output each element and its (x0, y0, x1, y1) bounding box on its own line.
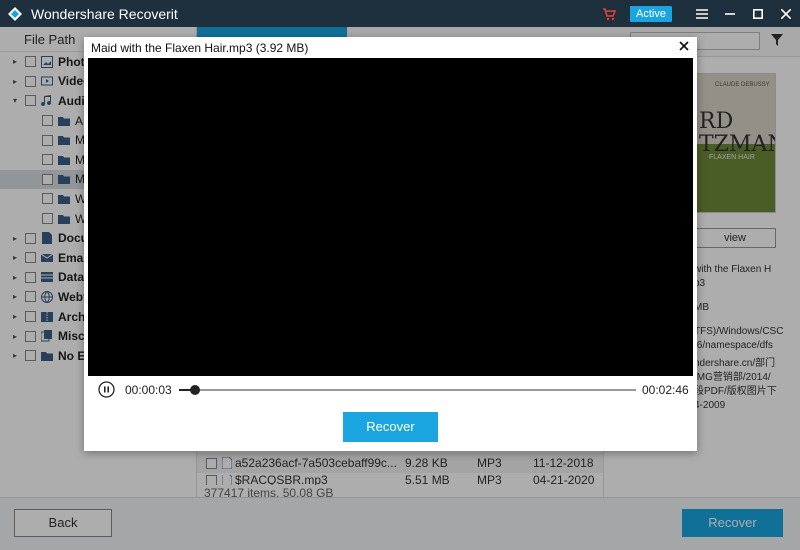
player-controls: 00:00:03 00:02:46 (98, 381, 689, 401)
cart-icon[interactable] (602, 7, 617, 21)
active-badge[interactable]: Active (630, 5, 672, 22)
maximize-button[interactable] (744, 0, 772, 27)
close-icon[interactable] (677, 39, 691, 53)
seek-bar[interactable] (179, 385, 636, 395)
title-bar: Wondershare Recoverit Active (0, 0, 800, 27)
app-logo-icon (8, 6, 22, 21)
dialog-recover-button[interactable]: Recover (343, 412, 438, 442)
minimize-icon (725, 12, 735, 15)
current-time: 00:00:03 (125, 383, 172, 397)
total-time: 00:02:46 (642, 383, 689, 397)
app-title: Wondershare Recoverit (31, 5, 178, 22)
maximize-icon (753, 8, 763, 19)
close-window-button[interactable] (772, 0, 800, 27)
dialog-title: Maid with the Flaxen Hair.mp3 (3.92 MB) (91, 41, 309, 55)
close-icon (781, 8, 791, 19)
media-preview-dialog: Maid with the Flaxen Hair.mp3 (3.92 MB) … (84, 37, 697, 451)
hamburger-icon (696, 8, 708, 19)
menu-button[interactable] (688, 0, 716, 27)
pause-icon[interactable] (98, 381, 115, 398)
seek-bar-thumb[interactable] (189, 385, 200, 395)
media-player-area[interactable] (88, 58, 693, 376)
minimize-button[interactable] (716, 0, 744, 27)
